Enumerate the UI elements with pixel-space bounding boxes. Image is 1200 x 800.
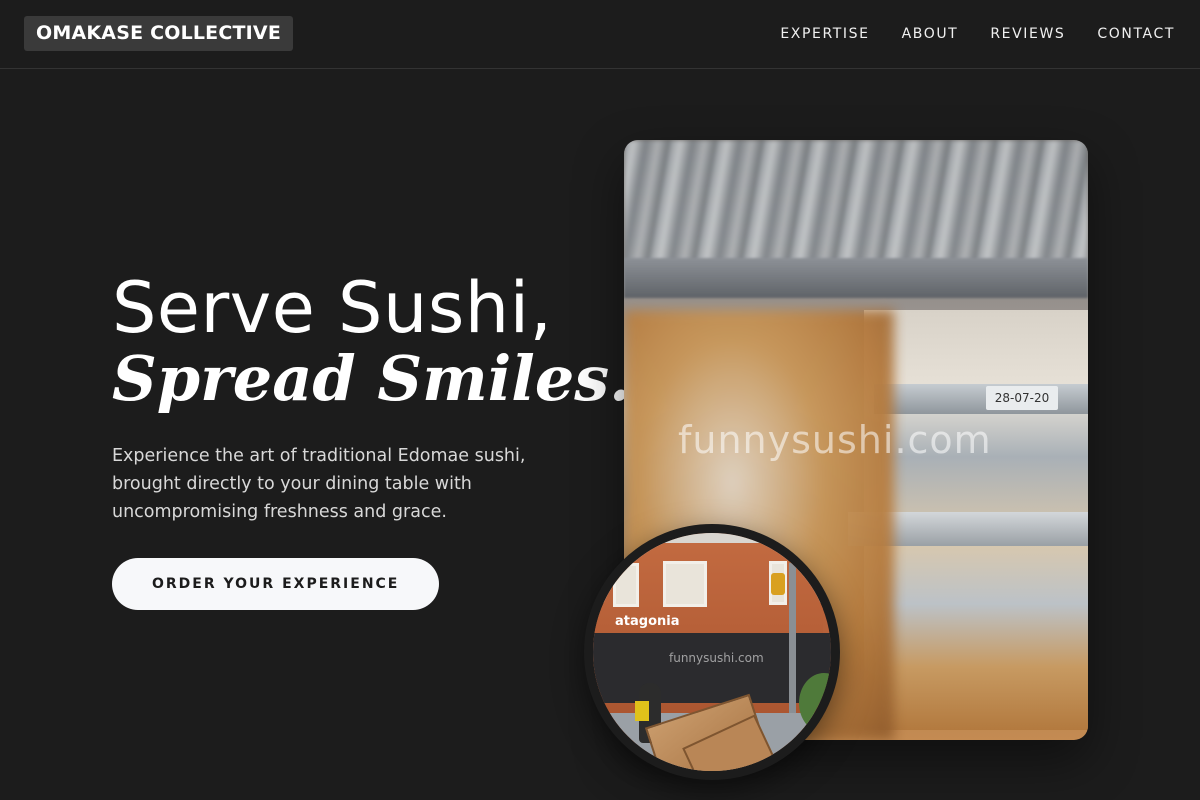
hero-text-block: Serve Sushi, Spread Smiles. Experience t… xyxy=(112,267,631,610)
circle-photo-window xyxy=(613,563,639,607)
hero-circle-photo: atagonia funnysushi.com xyxy=(584,524,840,780)
nav-link-reviews[interactable]: REVIEWS xyxy=(990,24,1065,44)
brand-logo[interactable]: OMAKASE COLLECTIVE xyxy=(24,16,294,51)
circle-photo-storefront xyxy=(593,633,831,703)
nav-link-about[interactable]: ABOUT xyxy=(902,24,959,44)
circle-photo-watermark: funnysushi.com xyxy=(669,651,764,665)
photo-date-tag: 28-07-20 xyxy=(986,386,1058,410)
order-experience-button[interactable]: ORDER YOUR EXPERIENCE xyxy=(112,558,440,610)
hero-description: Experience the art of traditional Edomae… xyxy=(112,446,526,522)
main-nav: EXPERTISE ABOUT REVIEWS CONTACT xyxy=(748,24,1175,44)
photo-watermark: funnysushi.com xyxy=(678,418,992,462)
circle-photo-window xyxy=(663,561,707,607)
top-nav-bar: OMAKASE COLLECTIVE EXPERTISE ABOUT REVIE… xyxy=(0,0,1200,69)
photo-shelf-bar xyxy=(624,258,1088,298)
hero-title-line-2: Spread Smiles. xyxy=(112,342,631,415)
hero-title: Serve Sushi, Spread Smiles. xyxy=(112,267,631,415)
nav-link-expertise[interactable]: EXPERTISE xyxy=(780,24,869,44)
nav-link-contact[interactable]: CONTACT xyxy=(1097,24,1175,44)
circle-photo-vest xyxy=(635,701,649,721)
hero-title-line-1: Serve Sushi, xyxy=(112,267,553,349)
circle-photo-store-sign: atagonia xyxy=(615,614,680,629)
traffic-light-icon xyxy=(771,573,785,595)
